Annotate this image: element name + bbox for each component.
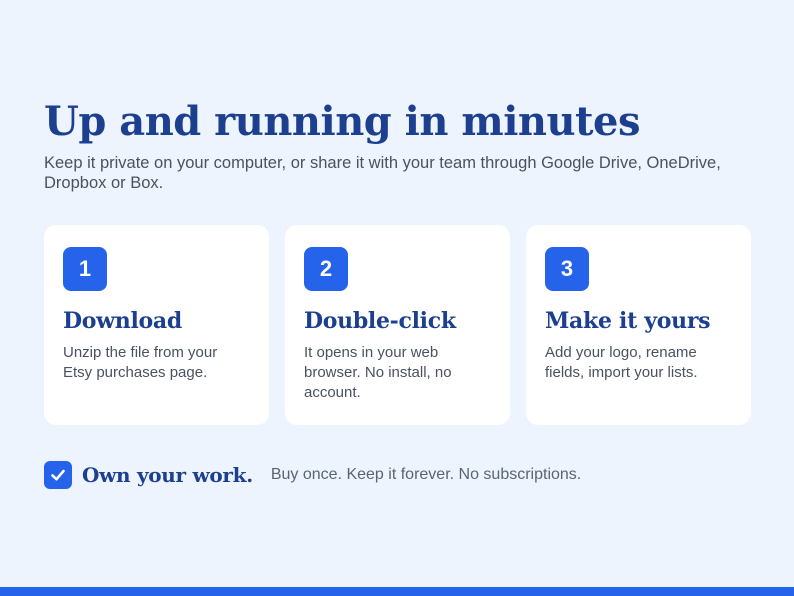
ownership-tagline: Own your work. Buy once. Keep it forever… (44, 460, 581, 489)
step-description: Unzip the file from your Etsy purchases … (63, 344, 218, 381)
step-description: Add your logo, rename fields, import you… (545, 344, 698, 381)
step-title: Download (63, 308, 182, 334)
step-card-download: 1 Download Unzip the file from your Etsy… (44, 225, 269, 425)
step-title: Make it yours (545, 308, 711, 334)
step-number-badge: 2 (304, 247, 348, 291)
page-title: Up and running in minutes (44, 98, 641, 145)
step-card-make-it-yours: 3 Make it yours Add your logo, rename fi… (526, 225, 751, 425)
check-icon (44, 460, 72, 489)
bottom-accent-bar (0, 587, 794, 596)
steps-list: 1 Download Unzip the file from your Etsy… (44, 225, 751, 425)
step-number-badge: 3 (545, 247, 589, 291)
tagline-text: Buy once. Keep it forever. No subscripti… (270, 465, 582, 483)
tagline-title: Own your work. (82, 462, 253, 487)
step-number-badge: 1 (63, 247, 107, 291)
page-subtitle: Keep it private on your computer, or sha… (44, 154, 721, 192)
step-title: Double-click (304, 308, 456, 334)
step-card-double-click: 2 Double-click It opens in your web brow… (285, 225, 510, 425)
step-description: It opens in your web browser. No install… (304, 344, 452, 401)
